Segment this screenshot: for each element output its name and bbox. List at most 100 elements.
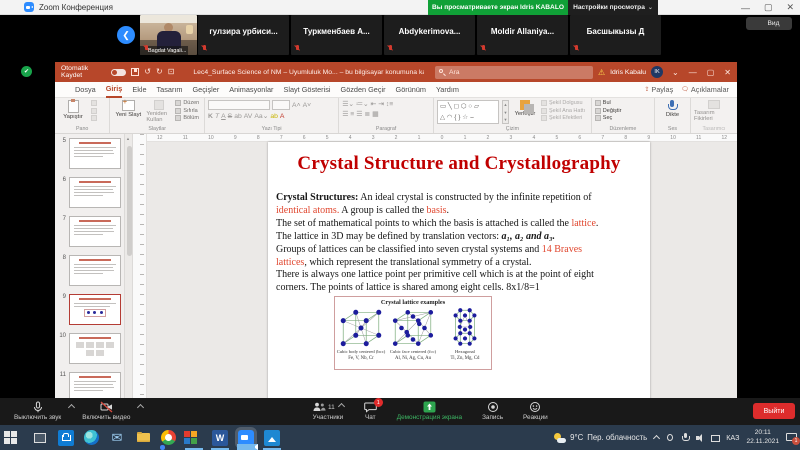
account-name[interactable]: Idris Kabalu <box>610 69 646 76</box>
ribbon-options-icon[interactable]: ⌄ <box>672 68 679 77</box>
taskbar-store-icon[interactable] <box>58 430 74 446</box>
shapes-scrollbar[interactable]: ▲▼▼ <box>502 100 509 124</box>
bold-button[interactable]: K <box>208 113 213 120</box>
slide-thumbnail-5[interactable] <box>69 138 121 169</box>
share-button[interactable]: ⇪Paylaş <box>644 85 673 94</box>
slide-thumbnail-7[interactable] <box>69 216 121 247</box>
minimize-icon[interactable]: — <box>689 68 697 77</box>
share-screen-button[interactable]: Демонстрация экрана <box>397 401 462 421</box>
record-button[interactable]: Запись <box>482 401 503 421</box>
thumbnail-scrollbar[interactable] <box>125 134 133 398</box>
char-spacing-icon[interactable]: AV <box>244 113 253 120</box>
participant-tile[interactable]: Abdykerimova... <box>384 15 475 55</box>
leave-button[interactable]: Выйти <box>753 403 795 419</box>
tab-ekle[interactable]: Ekle <box>132 82 146 98</box>
justify-icon[interactable]: ≣ <box>364 110 370 118</box>
mute-button[interactable]: Выключить звук <box>14 401 61 421</box>
cut-icon[interactable] <box>91 100 97 106</box>
change-case-icon[interactable]: Aa⌄ <box>254 112 268 120</box>
columns-icon[interactable]: ▦ <box>372 110 378 118</box>
tab-tasarim[interactable]: Tasarım <box>157 82 183 98</box>
taskbar-explorer-icon[interactable] <box>135 430 151 446</box>
action-center-icon[interactable]: 1 <box>786 433 797 443</box>
shadow-button[interactable]: ab <box>234 113 242 120</box>
taskbar-chrome-icon[interactable] <box>161 430 176 445</box>
minimize-icon[interactable]: — <box>741 3 750 13</box>
bullets-icon[interactable]: ☰⌄ <box>342 100 354 108</box>
taskbar-word-icon[interactable]: W <box>212 430 228 446</box>
font-size-select[interactable] <box>272 100 290 110</box>
line-spacing-icon[interactable]: ↕≡ <box>386 101 393 108</box>
shrink-font-icon[interactable]: A˅ <box>303 102 312 109</box>
participant-tile[interactable]: гулзира урбиси... <box>198 15 289 55</box>
paste-button[interactable]: Yapıştır <box>58 100 88 120</box>
tab-gecisler[interactable]: Geçişler <box>192 82 219 98</box>
grow-font-icon[interactable]: A˄ <box>292 102 301 109</box>
slide-canvas[interactable]: Crystal Structure and Crystallography Cr… <box>268 142 650 398</box>
close-icon[interactable]: ✕ <box>786 2 794 13</box>
tray-status-icon[interactable] <box>666 433 674 442</box>
layout-button[interactable]: Düzen <box>175 100 199 106</box>
font-name-select[interactable] <box>208 100 270 110</box>
align-left-icon[interactable]: ☰ <box>342 110 348 118</box>
warning-icon[interactable]: ⚠ <box>598 68 605 77</box>
participant-video-tile[interactable]: Bagdat Vagali... <box>140 15 197 55</box>
security-shield-icon[interactable]: ✔ <box>21 66 32 77</box>
find-button[interactable]: Bul <box>595 100 622 106</box>
tab-yardim[interactable]: Yardım <box>436 82 459 98</box>
tab-slayt-gosterisi[interactable]: Slayt Gösterisi <box>283 82 330 98</box>
shape-outline-button[interactable]: Şekil Ana Hattı <box>541 108 585 114</box>
taskbar-photos-icon[interactable] <box>264 430 280 446</box>
view-layout-button[interactable]: Вид <box>746 17 792 30</box>
shapes-gallery[interactable]: ▭ ╲ ◻ ⬡ ○ ▱△ ◠ { } ☆ ⌣ <box>437 100 499 124</box>
taskbar-zoom-app-icon[interactable] <box>238 430 254 446</box>
taskbar-task-view-icon[interactable] <box>32 430 48 446</box>
clock[interactable]: 20:11 22.11.2021 <box>746 429 779 447</box>
slide-thumbnail-8[interactable] <box>69 255 121 286</box>
tray-battery-icon[interactable] <box>711 433 719 442</box>
participants-button[interactable]: 11 Участники <box>312 401 344 421</box>
search-input[interactable] <box>435 66 593 79</box>
undo-icon[interactable]: ↺ <box>144 68 151 76</box>
slide-thumbnail-11[interactable] <box>69 372 121 398</box>
show-hidden-icons-chevron[interactable] <box>653 435 660 442</box>
align-right-icon[interactable]: ☰ <box>356 110 362 118</box>
taskbar-start-icon[interactable] <box>6 430 22 446</box>
taskbar-edge-icon[interactable] <box>84 430 99 445</box>
save-icon[interactable] <box>131 68 139 76</box>
participant-tile[interactable]: Басшыкызы Д <box>570 15 661 55</box>
chat-button[interactable]: 1 Чат <box>364 401 377 421</box>
participant-tile[interactable]: Moldir Allaniya... <box>477 15 568 55</box>
italic-button[interactable]: T <box>215 113 219 120</box>
outdent-icon[interactable]: ⇤ <box>371 100 377 108</box>
slide-thumbnail-10[interactable] <box>69 333 121 364</box>
tab-dosya[interactable]: Dosya <box>75 82 96 98</box>
avatar[interactable]: IK <box>651 66 663 78</box>
taskbar-media-grid-icon[interactable] <box>186 430 202 446</box>
close-icon[interactable]: ✕ <box>724 68 731 77</box>
reuse-slides-button[interactable]: Yeniden Kullan <box>146 100 172 123</box>
weather-widget[interactable]: 9°C Пер. облачность <box>554 433 647 443</box>
maximize-icon[interactable]: ▢ <box>707 68 715 77</box>
collapse-videos-button[interactable]: ❮ <box>117 26 135 44</box>
tab-gorunum[interactable]: Görünüm <box>396 82 426 98</box>
redo-icon[interactable]: ↻ <box>156 68 163 76</box>
view-settings-dropdown[interactable]: Настройки просмотра⌄ <box>568 0 658 15</box>
underline-button[interactable]: A <box>221 113 226 120</box>
highlight-color-icon[interactable]: ab <box>270 113 278 120</box>
reset-button[interactable]: Sıfırla <box>175 108 199 114</box>
format-painter-icon[interactable] <box>91 115 97 121</box>
taskbar-mail-icon[interactable]: ✉ <box>109 430 125 446</box>
align-center-icon[interactable]: ≡ <box>350 111 354 118</box>
participant-tile[interactable]: Туркменбаев А... <box>291 15 382 55</box>
reactions-button[interactable]: Реакции <box>523 401 548 421</box>
strikethrough-button[interactable]: S <box>228 113 233 120</box>
shape-fill-button[interactable]: Şekil Dolgusu <box>541 100 585 106</box>
keyboard-language[interactable]: КАЗ <box>726 433 739 442</box>
tray-speaker-icon[interactable] <box>696 433 704 442</box>
dictate-button[interactable]: Dikte <box>658 100 687 118</box>
select-button[interactable]: Seç <box>595 115 622 121</box>
copy-icon[interactable] <box>91 108 97 114</box>
tab-giris[interactable]: Giriş <box>106 82 123 98</box>
slideshow-icon[interactable]: ⊡ <box>168 68 175 76</box>
